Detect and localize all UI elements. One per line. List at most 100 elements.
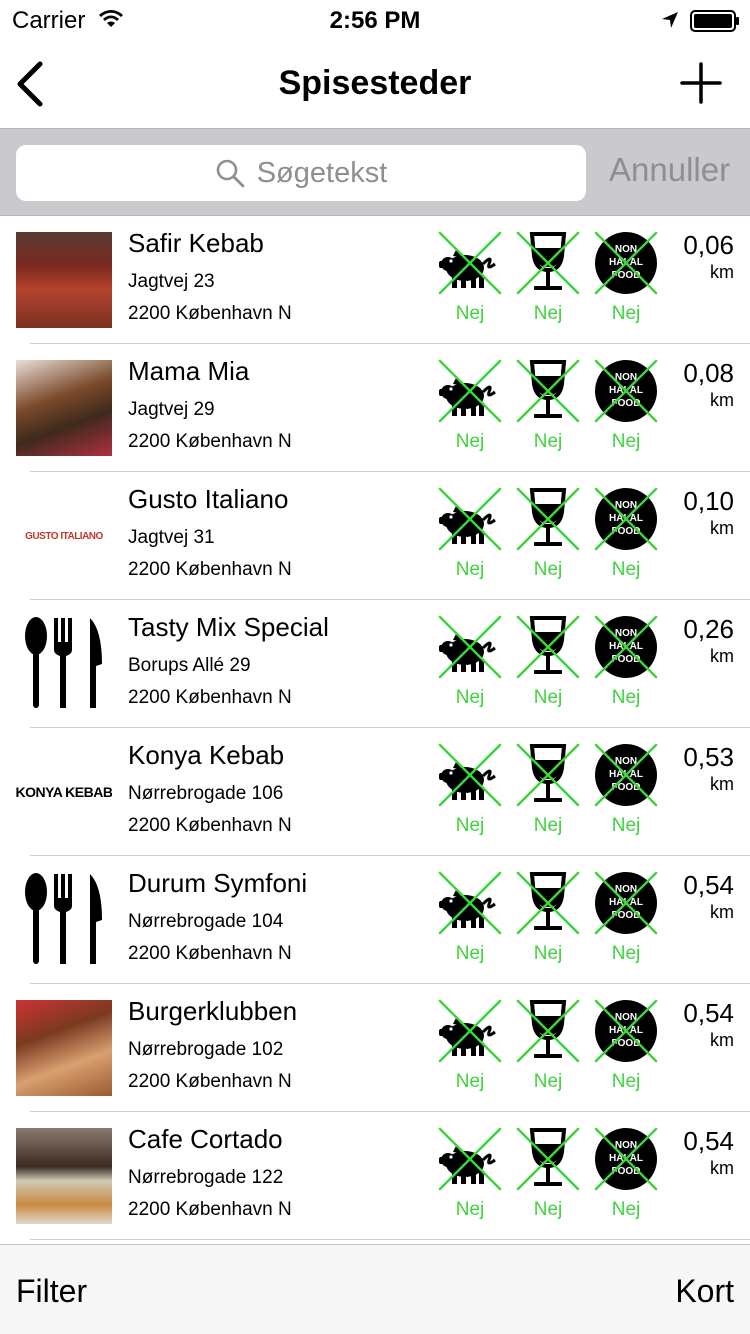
pig-icon — [438, 487, 502, 551]
pork-indicator: Nej — [437, 742, 503, 842]
restaurant-photo — [16, 232, 112, 328]
restaurant-row[interactable]: KONYA KEBAB Konya Kebab Nørrebrogade 106 22… — [0, 728, 750, 856]
wine-glass-icon — [516, 1127, 580, 1191]
pig-icon — [438, 871, 502, 935]
alcohol-label: Nej — [533, 1199, 563, 1220]
restaurant-street: Borups Allé 29 — [128, 655, 251, 676]
pig-icon — [438, 359, 502, 423]
pig-icon — [438, 1127, 502, 1191]
restaurant-thumbnail — [16, 1000, 112, 1096]
restaurant-thumbnail — [16, 232, 112, 328]
pork-label: Nej — [455, 431, 485, 452]
pork-indicator: Nej — [437, 486, 503, 586]
non-halal-food-icon: NONHALALFOOD — [594, 487, 658, 551]
badge-line-1: NON — [615, 500, 637, 511]
non-halal-label: Nej — [611, 559, 641, 580]
restaurant-thumbnail — [16, 872, 112, 968]
pork-label: Nej — [455, 687, 485, 708]
restaurant-street: Jagtvej 23 — [128, 271, 215, 292]
row-divider — [30, 1239, 750, 1240]
alcohol-indicator: Nej — [515, 230, 581, 330]
restaurant-name: Gusto Italiano — [128, 484, 289, 514]
restaurant-thumbnail — [16, 616, 112, 712]
cutlery-icon — [25, 617, 102, 708]
alcohol-label: Nej — [533, 943, 563, 964]
pork-indicator: Nej — [437, 1126, 503, 1226]
non-halal-label: Nej — [611, 303, 641, 324]
restaurant-photo — [16, 1000, 112, 1096]
non-halal-indicator: NONHALALFOOD Nej — [593, 1126, 659, 1226]
non-halal-label: Nej — [611, 687, 641, 708]
alcohol-indicator: Nej — [515, 486, 581, 586]
pig-icon — [438, 615, 502, 679]
wine-glass-icon — [516, 487, 580, 551]
non-halal-label: Nej — [611, 1071, 641, 1092]
restaurant-name: Konya Kebab — [128, 740, 285, 770]
restaurant-name: Cafe Cortado — [128, 1124, 283, 1154]
distance-value: 0,54 — [683, 998, 734, 1028]
restaurant-row[interactable]: Durum Symfoni Nørrebrogade 104 2200 Københ… — [0, 856, 750, 984]
restaurant-street: Nørrebrogade 104 — [128, 911, 284, 932]
non-halal-indicator: NONHALALFOOD Nej — [593, 998, 659, 1098]
restaurant-thumbnail: GUSTO ITALIANO — [16, 488, 112, 584]
distance-unit: km — [710, 646, 734, 666]
restaurant-name: Durum Symfoni — [128, 868, 308, 898]
non-halal-label: Nej — [611, 1199, 641, 1220]
restaurant-thumbnail: KONYA KEBAB — [16, 744, 112, 840]
restaurant-row[interactable]: Cafe Cortado Nørrebrogade 122 2200 Københa… — [0, 1112, 750, 1240]
battery-icon — [690, 10, 739, 32]
non-halal-label: Nej — [611, 943, 641, 964]
non-halal-food-icon: NONHALALFOOD — [594, 999, 658, 1063]
cancel-button[interactable]: Annuller — [609, 151, 730, 189]
pork-label: Nej — [455, 1071, 485, 1092]
alcohol-label: Nej — [533, 559, 563, 580]
restaurant-row[interactable]: Tasty Mix Special Borups Allé 29 2200 Købe… — [0, 600, 750, 728]
restaurant-city: 2200 København N — [128, 815, 292, 836]
restaurant-city: 2200 København N — [128, 559, 292, 580]
status-bar: Carrier 2:56 PM — [0, 0, 750, 40]
distance-unit: km — [710, 518, 734, 538]
distance-unit: km — [710, 902, 734, 922]
map-button[interactable]: Kort — [675, 1273, 734, 1310]
restaurant-list: Safir Kebab Jagtvej 23 2200 København N Nej… — [0, 216, 750, 1244]
restaurant-city: 2200 København N — [128, 687, 292, 708]
search-input[interactable]: Søgetekst — [16, 145, 586, 201]
non-halal-indicator: NONHALALFOOD Nej — [593, 358, 659, 458]
filter-button[interactable]: Filter — [16, 1273, 87, 1310]
plus-icon[interactable] — [680, 62, 722, 104]
pork-label: Nej — [455, 303, 485, 324]
pig-icon — [438, 743, 502, 807]
alcohol-label: Nej — [533, 303, 563, 324]
non-halal-label: Nej — [611, 431, 641, 452]
wine-glass-icon — [516, 743, 580, 807]
badge-line-1: NON — [615, 756, 637, 767]
restaurant-street: Jagtvej 29 — [128, 399, 215, 420]
alcohol-indicator: Nej — [515, 358, 581, 458]
badge-line-1: NON — [615, 1012, 637, 1023]
restaurant-city: 2200 København N — [128, 943, 292, 964]
non-halal-food-icon: NONHALALFOOD — [594, 615, 658, 679]
restaurant-thumbnail — [16, 1128, 112, 1224]
restaurant-name: Mama Mia — [128, 356, 250, 386]
cutlery-icon — [25, 873, 102, 964]
distance-unit: km — [710, 262, 734, 282]
alcohol-indicator: Nej — [515, 870, 581, 970]
search-placeholder: Søgetekst — [256, 156, 388, 189]
status-time: 2:56 PM — [329, 7, 421, 34]
wine-glass-icon — [516, 999, 580, 1063]
pig-icon — [438, 231, 502, 295]
non-halal-indicator: NONHALALFOOD Nej — [593, 870, 659, 970]
restaurant-city: 2200 København N — [128, 1199, 292, 1220]
distance-value: 0,54 — [683, 1126, 734, 1156]
restaurant-row[interactable]: Mama Mia Jagtvej 29 2200 København N Nej Nej… — [0, 344, 750, 472]
badge-line-1: NON — [615, 1140, 637, 1151]
restaurant-row[interactable]: GUSTO ITALIANO Gusto Italiano Jagtvej 31 22… — [0, 472, 750, 600]
restaurant-photo — [16, 360, 112, 456]
alcohol-indicator: Nej — [515, 742, 581, 842]
restaurant-row[interactable]: Safir Kebab Jagtvej 23 2200 København N Nej… — [0, 216, 750, 344]
pig-icon — [438, 999, 502, 1063]
restaurant-row[interactable]: Burgerklubben Nørrebrogade 102 2200 Københ… — [0, 984, 750, 1112]
non-halal-indicator: NONHALALFOOD Nej — [593, 230, 659, 330]
pork-label: Nej — [455, 1199, 485, 1220]
search-icon — [216, 159, 245, 188]
